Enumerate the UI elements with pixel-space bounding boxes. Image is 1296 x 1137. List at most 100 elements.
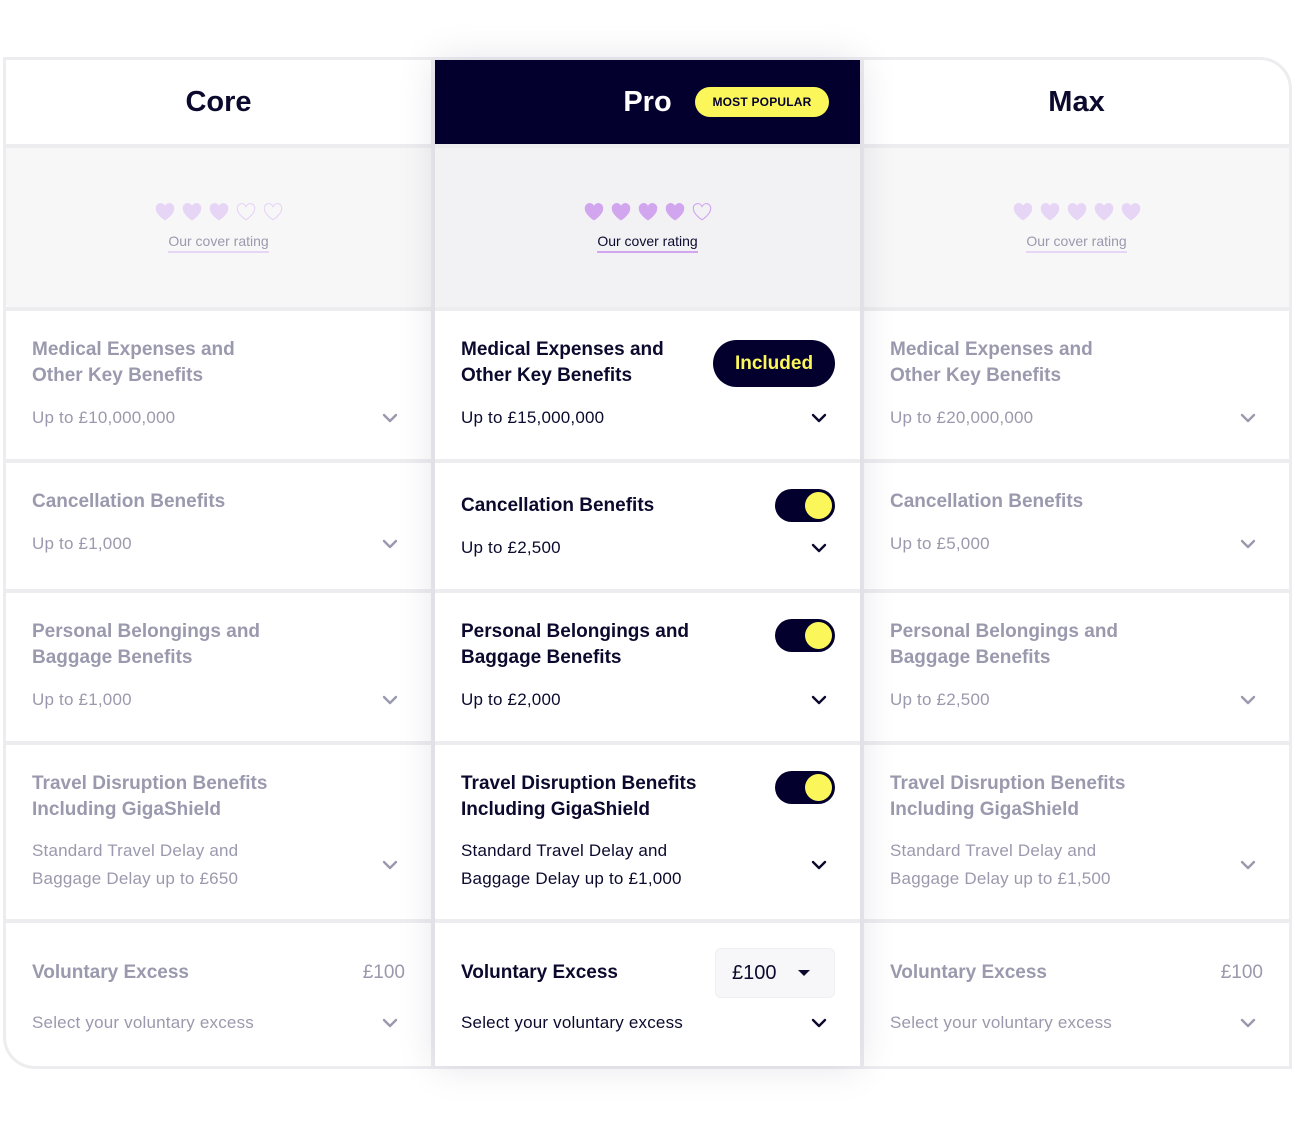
heart-icon [665,203,685,221]
plan-header[interactable]: Max [864,60,1289,144]
chevron-down-icon[interactable] [1240,539,1256,549]
heart-icon [263,203,283,221]
toggle-knob [805,492,832,519]
benefit-value: Up to £15,000,000 [461,408,605,427]
benefit-title: Personal Belongings and Baggage Benefits [890,621,1119,668]
benefit-title: Cancellation Benefits [32,491,226,512]
benefit-row-travel-disruption[interactable]: Travel Disruption Benefits Including Gig… [864,745,1289,919]
benefit-row-belongings[interactable]: Personal Belongings and Baggage Benefits… [864,593,1289,741]
excess-amount: £100 [362,962,405,983]
travel-disruption-toggle[interactable] [775,771,835,804]
heart-icon [209,203,229,221]
plan-column-core: Core Our cover rating Medical Expenses a… [6,60,431,1066]
cover-rating-link[interactable]: Our cover rating [168,232,269,253]
benefit-row-cancellation[interactable]: Cancellation Benefits Up to £1,000 [6,463,431,589]
benefit-row-medical[interactable]: Medical Expenses and Other Key Benefits … [864,311,1289,459]
benefit-value: Standard Travel Delay and Baggage Delay … [461,841,682,888]
cover-rating: Our cover rating [435,148,860,307]
cover-rating-link[interactable]: Our cover rating [597,232,698,253]
rating-hearts [155,203,283,221]
chevron-down-icon[interactable] [811,695,827,705]
chevron-down-icon[interactable] [382,413,398,423]
chevron-down-icon[interactable] [1240,695,1256,705]
benefit-title: Personal Belongings and Baggage Benefits [32,621,261,668]
plan-name: Max [1048,85,1105,118]
belongings-toggle[interactable] [775,619,835,652]
toggle-knob [805,622,832,649]
excess-hint: Select your voluntary excess [32,1013,254,1032]
heart-icon [1013,203,1033,221]
chevron-down-icon[interactable] [382,695,398,705]
chevron-down-icon[interactable] [1240,1018,1256,1028]
chevron-down-icon[interactable] [1240,413,1256,423]
benefit-title: Personal Belongings and Baggage Benefits [461,621,690,668]
benefit-value: Up to £10,000,000 [32,408,176,427]
plan-header[interactable]: Pro MOST POPULAR [435,60,860,144]
heart-icon [155,203,175,221]
excess-title: Voluntary Excess [890,962,1048,983]
excess-title: Voluntary Excess [461,962,619,983]
chevron-down-icon[interactable] [1240,860,1256,870]
cover-rating-link[interactable]: Our cover rating [1026,232,1127,253]
benefit-title: Travel Disruption Benefits Including Gig… [890,773,1126,820]
benefit-value: Standard Travel Delay and Baggage Delay … [32,841,239,888]
heart-icon [611,203,631,221]
chevron-down-icon[interactable] [811,543,827,553]
heart-icon [1121,203,1141,221]
benefit-row-medical[interactable]: Medical Expenses and Other Key Benefits … [6,311,431,459]
benefit-value: Up to £1,000 [32,534,132,553]
excess-amount: £100 [1220,962,1263,983]
heart-icon [584,203,604,221]
heart-icon [1040,203,1060,221]
benefit-row-travel-disruption[interactable]: Travel Disruption Benefits Including Gig… [435,745,860,919]
plan-name: Core [185,85,252,118]
excess-hint: Select your voluntary excess [461,1013,683,1032]
benefit-value: Up to £2,000 [461,690,561,709]
benefit-row-medical[interactable]: Medical Expenses and Other Key Benefits … [435,311,860,459]
excess-dropdown[interactable]: £100 [715,948,835,998]
excess-title: Voluntary Excess [32,962,190,983]
cover-rating: Our cover rating [6,148,431,307]
plan-name: Pro [623,85,672,118]
chevron-down-icon[interactable] [382,539,398,549]
benefit-value: Up to £1,000 [32,690,132,709]
chevron-down-icon[interactable] [811,413,827,423]
excess-dropdown-value: £100 [732,961,777,984]
benefit-title: Cancellation Benefits [461,494,655,516]
plan-header[interactable]: Core [6,60,431,144]
benefit-row-travel-disruption[interactable]: Travel Disruption Benefits Including Gig… [6,745,431,919]
benefit-row-belongings[interactable]: Personal Belongings and Baggage Benefits… [435,593,860,741]
heart-icon [1094,203,1114,221]
voluntary-excess-row[interactable]: Voluntary Excess £100 Select your volunt… [864,923,1289,1066]
benefit-value: Up to £2,500 [890,690,990,709]
heart-icon [1067,203,1087,221]
heart-icon [236,203,256,221]
benefit-row-belongings[interactable]: Personal Belongings and Baggage Benefits… [6,593,431,741]
benefit-value: Standard Travel Delay and Baggage Delay … [890,841,1111,888]
cancellation-toggle[interactable] [775,489,835,522]
benefit-title: Medical Expenses and Other Key Benefits [461,339,664,386]
heart-icon [638,203,658,221]
heart-icon [692,203,712,221]
voluntary-excess-row[interactable]: Voluntary Excess £100 Select your volunt… [435,923,860,1066]
cover-rating: Our cover rating [864,148,1289,307]
benefit-row-cancellation[interactable]: Cancellation Benefits Up to £2,500 [435,463,860,589]
heart-icon [182,203,202,221]
rating-hearts [1013,203,1141,221]
chevron-down-icon[interactable] [382,1018,398,1028]
benefit-title: Travel Disruption Benefits Including Gig… [32,773,268,820]
plan-column-max: Max Our cover rating Medical Expenses an… [864,60,1289,1066]
chevron-down-icon[interactable] [811,860,827,870]
benefit-value: Up to £5,000 [890,534,990,553]
most-popular-badge: MOST POPULAR [695,87,829,117]
chevron-down-icon[interactable] [811,1018,827,1028]
plan-comparison-table: Core Our cover rating Medical Expenses a… [3,57,1292,1069]
benefit-title: Medical Expenses and Other Key Benefits [32,339,235,386]
voluntary-excess-row[interactable]: Voluntary Excess £100 Select your volunt… [6,923,431,1066]
benefit-row-cancellation[interactable]: Cancellation Benefits Up to £5,000 [864,463,1289,589]
caret-down-icon [798,970,810,976]
excess-hint: Select your voluntary excess [890,1013,1112,1032]
chevron-down-icon[interactable] [382,860,398,870]
benefit-value: Up to £2,500 [461,538,561,557]
benefit-title: Medical Expenses and Other Key Benefits [890,339,1093,386]
